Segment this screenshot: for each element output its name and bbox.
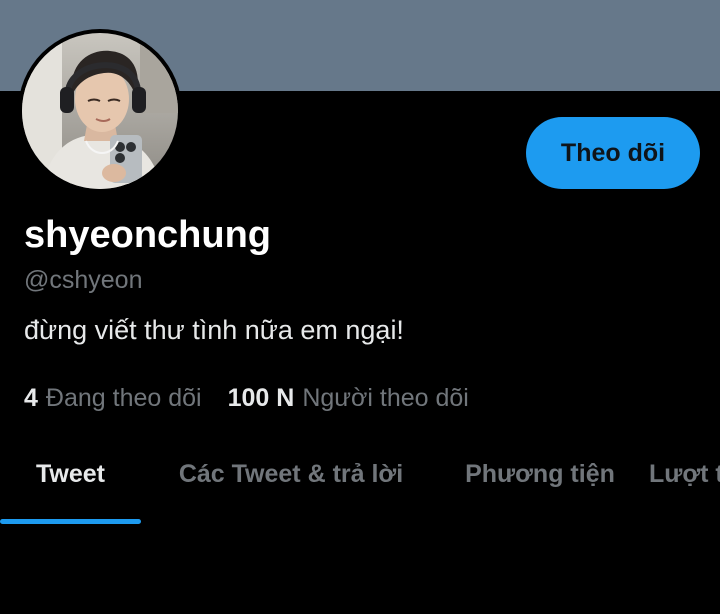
- avatar[interactable]: [18, 29, 182, 193]
- tab-tweets-and-replies[interactable]: Các Tweet & trả lời: [141, 440, 441, 526]
- tab-label: Phương tiện: [465, 460, 615, 488]
- profile-bio: đừng viết thư tình nữa em ngại!: [24, 315, 404, 345]
- followers-link[interactable]: 100 N Người theo dõi: [228, 381, 469, 415]
- tab-likes[interactable]: Lượt thích: [639, 440, 720, 526]
- display-name: shyeonchung: [24, 214, 272, 256]
- tab-media[interactable]: Phương tiện: [441, 440, 639, 526]
- profile-tabs: Tweet Các Tweet & trả lời Phương tiện Lư…: [0, 440, 720, 526]
- profile-stats: 4 Đang theo dõi 100 N Người theo dõi: [24, 381, 469, 415]
- followers-label: Người theo dõi: [302, 384, 469, 412]
- following-count: 4: [24, 384, 38, 412]
- tab-label: Các Tweet & trả lời: [178, 460, 404, 488]
- user-handle: @cshyeon: [24, 266, 143, 294]
- avatar-photo-icon: [22, 33, 178, 189]
- followers-count: 100 N: [227, 384, 295, 412]
- following-label: Đang theo dõi: [45, 384, 202, 412]
- following-link[interactable]: 4 Đang theo dõi: [24, 381, 202, 415]
- tab-label: Tweet: [36, 460, 105, 488]
- tab-tweets[interactable]: Tweet: [0, 440, 141, 526]
- active-tab-indicator: [0, 519, 141, 524]
- tab-label: Lượt thích: [649, 460, 720, 488]
- follow-button[interactable]: Theo dõi: [526, 117, 700, 189]
